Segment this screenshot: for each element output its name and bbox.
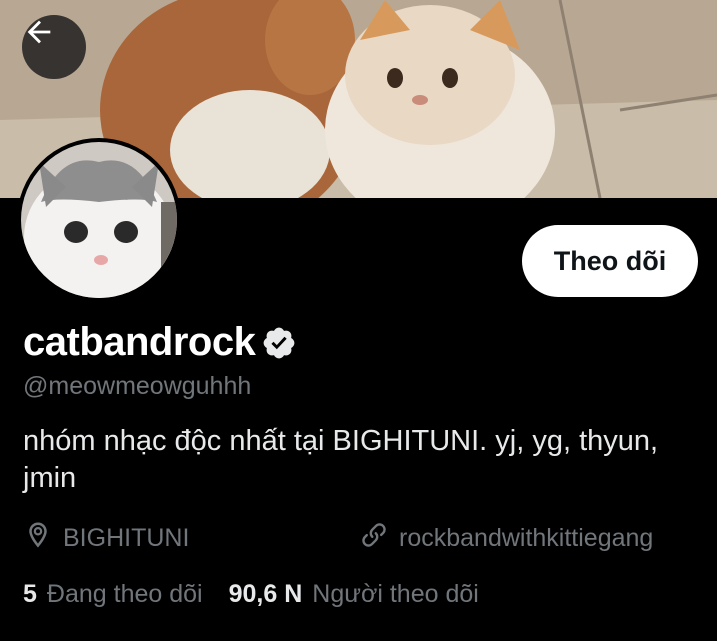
- back-button[interactable]: [22, 15, 86, 79]
- follow-button[interactable]: Theo dõi: [522, 225, 698, 297]
- profile-name-row: catbandrock: [23, 320, 297, 365]
- profile-bio: nhóm nhạc độc nhất tại BIGHITUNI. yj, yg…: [23, 425, 659, 494]
- profile-url-link[interactable]: rockbandwithkittiegang: [359, 520, 653, 557]
- link-icon: [359, 520, 399, 557]
- profile-stats-row: 5 Đang theo dõi 90,6 N Người theo dõi: [23, 580, 479, 609]
- followers-label: Người theo dõi: [312, 580, 479, 608]
- display-name: catbandrock: [23, 320, 256, 364]
- avatar[interactable]: [17, 138, 181, 302]
- followers-stat[interactable]: 90,6 N Người theo dõi: [229, 580, 479, 609]
- following-label: Đang theo dõi: [46, 580, 203, 608]
- avatar-image: [21, 142, 177, 298]
- location-text: BIGHITUNI: [63, 524, 190, 552]
- url-text[interactable]: rockbandwithkittiegang: [399, 524, 653, 553]
- location-pin-icon: [23, 520, 63, 557]
- following-stat[interactable]: 5 Đang theo dõi: [23, 580, 203, 609]
- user-handle: @meowmeowguhhh: [23, 372, 252, 400]
- profile-location: BIGHITUNI: [23, 520, 189, 557]
- followers-count: 90,6 N: [228, 580, 303, 608]
- profile-meta-row: BIGHITUNI rockbandwithkittiegang: [23, 520, 698, 556]
- following-count: 5: [23, 580, 37, 608]
- verified-badge-icon: [261, 325, 297, 361]
